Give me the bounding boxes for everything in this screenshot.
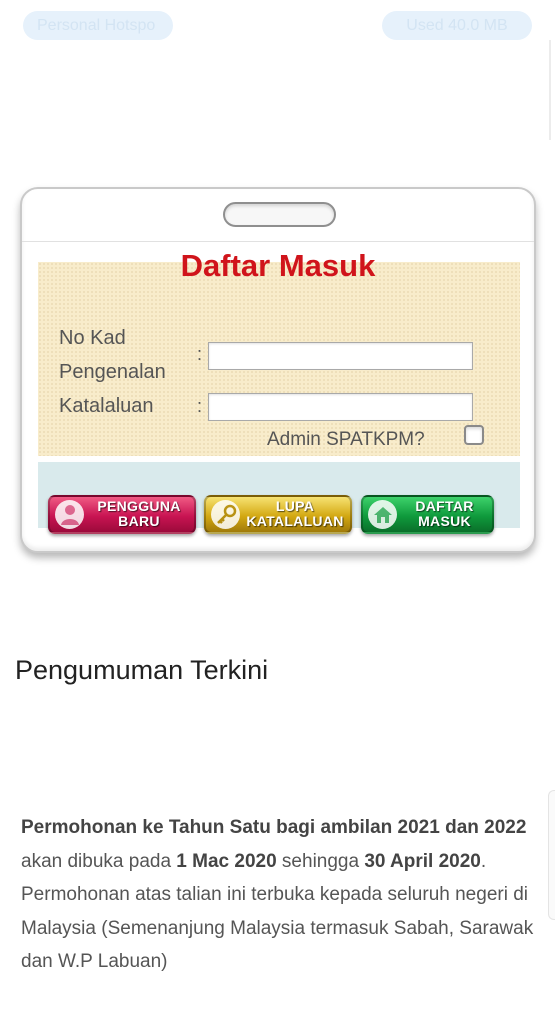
ic-colon: :	[197, 344, 203, 364]
login-card: Daftar Masuk No Kad Pengenalan : Katalal…	[20, 187, 536, 553]
forgot-line2: KATALALUAN	[246, 513, 344, 529]
login-title: Daftar Masuk	[180, 248, 376, 283]
announcement-text-2: sehingga	[276, 850, 365, 872]
new-user-button[interactable]: PENGGUNA BARU	[48, 495, 196, 534]
announcement-text-1: akan dibuka pada	[21, 850, 177, 872]
announcement-bold-intro: Permohonan ke Tahun Satu bagi ambilan 20…	[21, 817, 527, 838]
new-user-line2: BARU	[118, 513, 160, 529]
announcement-body: Permohonan ke Tahun Satu bagi ambilan 20…	[21, 811, 541, 979]
side-panel-handle[interactable]	[548, 790, 555, 920]
announcement-end-date: 30 April 2020	[364, 850, 481, 872]
ic-number-label-line2: Pengenalan	[59, 361, 166, 383]
ic-number-label-line1: No Kad	[59, 327, 126, 349]
ic-number-input[interactable]	[208, 342, 473, 370]
data-usage-indicator: Used 40.0 MB	[382, 11, 532, 40]
announcement-heading: Pengumuman Terkini	[15, 655, 269, 685]
password-colon: :	[197, 396, 203, 416]
login-line1: DAFTAR	[415, 498, 474, 514]
announcement-start-date: 1 Mac 2020	[176, 850, 277, 872]
password-input[interactable]	[208, 393, 473, 421]
card-header	[22, 189, 534, 242]
password-label: Katalaluan	[59, 395, 154, 417]
new-user-line1: PENGGUNA	[97, 498, 181, 514]
key-icon	[211, 500, 240, 529]
home-icon	[368, 500, 397, 529]
login-line2: MASUK	[418, 513, 471, 529]
user-icon	[55, 500, 84, 529]
forgot-password-button[interactable]: LUPA KATALALUAN	[204, 495, 352, 534]
admin-checkbox-label: Admin SPATKPM?	[267, 429, 425, 450]
scroll-edge	[549, 40, 551, 140]
badge-slot-decoration	[223, 202, 336, 227]
login-button[interactable]: DAFTAR MASUK	[361, 495, 494, 534]
forgot-line1: LUPA	[275, 498, 315, 514]
personal-hotspot-indicator: Personal Hotspo	[23, 11, 173, 40]
admin-checkbox[interactable]	[464, 425, 484, 445]
